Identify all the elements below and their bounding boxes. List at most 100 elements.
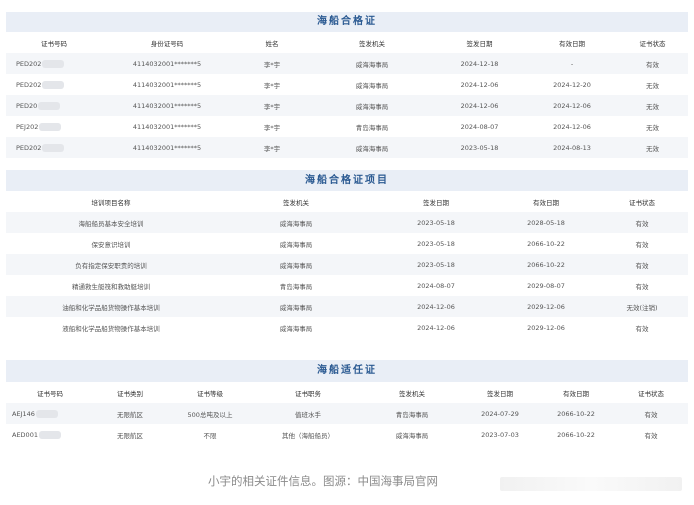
expiry-date-cell: 2029-12-06 <box>527 323 565 332</box>
competency-header-cell: 证书等级 <box>197 389 223 398</box>
cert-section-title: 海船合格证 <box>6 12 688 32</box>
cert-number-cell: PED20 <box>6 95 102 116</box>
table-row: PEJ202 4114032001*******5 李*宇 青岛海事局 2024… <box>6 116 688 137</box>
competency-header-cell: 签发日期 <box>487 389 513 398</box>
table-row: AEJ146 无限航区 500总吨及以上 值班水手 青岛海事局 2024-07-… <box>6 403 688 424</box>
expiry-date-cell: 2029-08-07 <box>527 281 565 290</box>
competency-table: 证书号码 证书类别 证书等级 证书职务 签发机关 签发日期 有效日期 证书状态 … <box>6 382 688 445</box>
table-row: AED001 无限航区 不限 其他（海船船员） 威海海事局 2023-07-03… <box>6 424 688 445</box>
table-row: 保安意识培训 威海海事局 2023-05-18 2066-10-22 有效 <box>6 233 688 254</box>
cert-header-cell: 有效日期 <box>559 39 585 48</box>
issuer-cell: 威海海事局 <box>395 431 429 440</box>
issuer-cell: 青岛海事局 <box>355 123 389 132</box>
issuer-cell: 青岛海事局 <box>362 403 462 424</box>
status-cell: 无效 <box>646 123 659 132</box>
table-row: PED202 4114032001*******5 李*宇 威海海事局 2024… <box>6 53 688 74</box>
issuer-cell: 威海海事局 <box>216 254 376 275</box>
expiry-date-cell: 2066-10-22 <box>527 239 565 248</box>
projects-header-cell: 有效日期 <box>533 198 559 207</box>
issue-date-cell: 2024-12-18 <box>432 53 527 74</box>
issue-date-cell: 2023-05-18 <box>376 212 496 233</box>
issuer-cell: 威海海事局 <box>312 95 432 116</box>
expiry-date-cell: - <box>527 53 617 74</box>
cert-table: 证书号码 身份证号码 姓名 签发机关 签发日期 有效日期 证书状态 PED202… <box>6 32 688 158</box>
issue-date-cell: 2024-08-07 <box>417 281 455 290</box>
name-cell: 李*宇 <box>232 137 312 158</box>
status-cell: 有效 <box>635 282 649 291</box>
issue-date-cell: 2023-07-03 <box>481 430 519 439</box>
table-row: PED20 4114032001*******5 李*宇 威海海事局 2024-… <box>6 95 688 116</box>
projects-table: 培训项目名称 签发机关 签发日期 有效日期 证书状态 海船船员基本安全培训 威海… <box>6 191 688 338</box>
cert-header-row: 证书号码 身份证号码 姓名 签发机关 签发日期 有效日期 证书状态 <box>6 32 688 53</box>
table-row: 海船船员基本安全培训 威海海事局 2023-05-18 2028-05-18 有… <box>6 212 688 233</box>
image-caption-watermark: 小宇的相关证件信息。图源：中国海事局官网 <box>208 474 438 488</box>
issuer-cell: 威海海事局 <box>279 324 313 333</box>
cert-number-cell: PEJ202 <box>6 116 102 137</box>
training-name-cell: 油船和化学品船货物操作基本培训 <box>6 296 216 317</box>
training-name-cell: 负有指定保安职责的培训 <box>6 254 216 275</box>
table-row: PED202 4114032001*******5 李*宇 威海海事局 2023… <box>6 137 688 158</box>
cert-header-cell: 姓名 <box>265 39 279 48</box>
issue-date-cell: 2023-05-18 <box>432 137 527 158</box>
watermark-redaction-bar <box>500 477 682 491</box>
expiry-date-cell: 2024-08-13 <box>527 137 617 158</box>
issuer-cell: 威海海事局 <box>279 240 313 249</box>
id-number-cell: 4114032001*******5 <box>102 137 232 158</box>
category-cell: 无限航区 <box>94 403 166 424</box>
competency-header-cell: 有效日期 <box>563 389 589 398</box>
status-cell: 有效 <box>635 324 649 333</box>
table-row: 油船和化学品船货物操作基本培训 威海海事局 2024-12-06 2029-12… <box>6 296 688 317</box>
status-cell: 有效 <box>644 431 658 440</box>
issue-date-cell: 2024-12-06 <box>376 296 496 317</box>
cert-number-cell: AEJ146 <box>6 403 94 424</box>
expiry-date-cell: 2066-10-22 <box>496 254 596 275</box>
expiry-date-cell: 2024-12-06 <box>553 122 591 131</box>
issue-date-cell: 2024-12-06 <box>432 95 527 116</box>
expiry-date-cell: 2066-10-22 <box>557 430 595 439</box>
grade-cell: 500总吨及以上 <box>166 403 254 424</box>
redaction-blur <box>38 101 61 110</box>
competency-header-cell: 证书类别 <box>117 389 143 398</box>
name-cell: 李*宇 <box>232 95 312 116</box>
issue-date-cell: 2023-05-18 <box>376 254 496 275</box>
issue-date-cell: 2024-07-29 <box>462 403 538 424</box>
training-name-cell: 海船船员基本安全培训 <box>6 212 216 233</box>
status-cell: 无效(注销) <box>596 296 688 317</box>
projects-section: 海船合格证项目 培训项目名称 签发机关 签发日期 有效日期 证书状态 海船船员基… <box>6 170 688 338</box>
cert-section: 海船合格证 证书号码 身份证号码 姓名 签发机关 签发日期 有效日期 证书状态 … <box>6 12 688 158</box>
redaction-blur <box>35 409 58 418</box>
id-number-cell: 4114032001*******5 <box>102 95 232 116</box>
name-cell: 李*宇 <box>232 53 312 74</box>
issue-date-cell: 2023-05-18 <box>417 239 455 248</box>
competency-header-cell: 证书号码 <box>37 389 63 398</box>
expiry-date-cell: 2024-12-06 <box>527 95 617 116</box>
id-number-cell: 4114032001*******5 <box>132 80 202 89</box>
redaction-blur <box>42 80 65 89</box>
projects-header-cell: 证书状态 <box>629 198 655 207</box>
projects-header-cell: 培训项目名称 <box>91 198 131 207</box>
issuer-cell: 威海海事局 <box>216 296 376 317</box>
competency-section: 海船适任证 证书号码 证书类别 证书等级 证书职务 签发机关 签发日期 有效日期… <box>6 360 688 445</box>
issue-date-cell: 2024-12-06 <box>417 323 455 332</box>
projects-section-title: 海船合格证项目 <box>6 170 688 191</box>
id-number-cell: 4114032001*******5 <box>102 53 232 74</box>
training-name-cell: 液船和化学品船货物操作基本培训 <box>62 324 160 333</box>
status-cell: 有效 <box>635 240 649 249</box>
issue-date-cell: 2024-12-06 <box>460 80 499 89</box>
issuer-cell: 威海海事局 <box>312 137 432 158</box>
table-row: 精通救生艇筏和救助艇培训 青岛海事局 2024-08-07 2029-08-07… <box>6 275 688 296</box>
competency-header-cell: 签发机关 <box>399 389 425 398</box>
issuer-cell: 威海海事局 <box>355 81 389 90</box>
position-cell: 其他（海船船员） <box>282 431 334 440</box>
projects-header-row: 培训项目名称 签发机关 签发日期 有效日期 证书状态 <box>6 191 688 212</box>
name-cell: 李*宇 <box>263 123 281 132</box>
name-cell: 李*宇 <box>263 81 281 90</box>
position-cell: 值班水手 <box>254 403 362 424</box>
status-cell: 有效 <box>617 53 688 74</box>
competency-header-row: 证书号码 证书类别 证书等级 证书职务 签发机关 签发日期 有效日期 证书状态 <box>6 382 688 403</box>
cert-header-cell: 证书状态 <box>639 39 666 48</box>
cert-header-cell: 证书号码 <box>41 39 67 48</box>
projects-header-cell: 签发日期 <box>423 198 449 207</box>
table-row: PED202 4114032001*******5 李*宇 威海海事局 2024… <box>6 74 688 95</box>
expiry-date-cell: 2028-05-18 <box>496 212 596 233</box>
